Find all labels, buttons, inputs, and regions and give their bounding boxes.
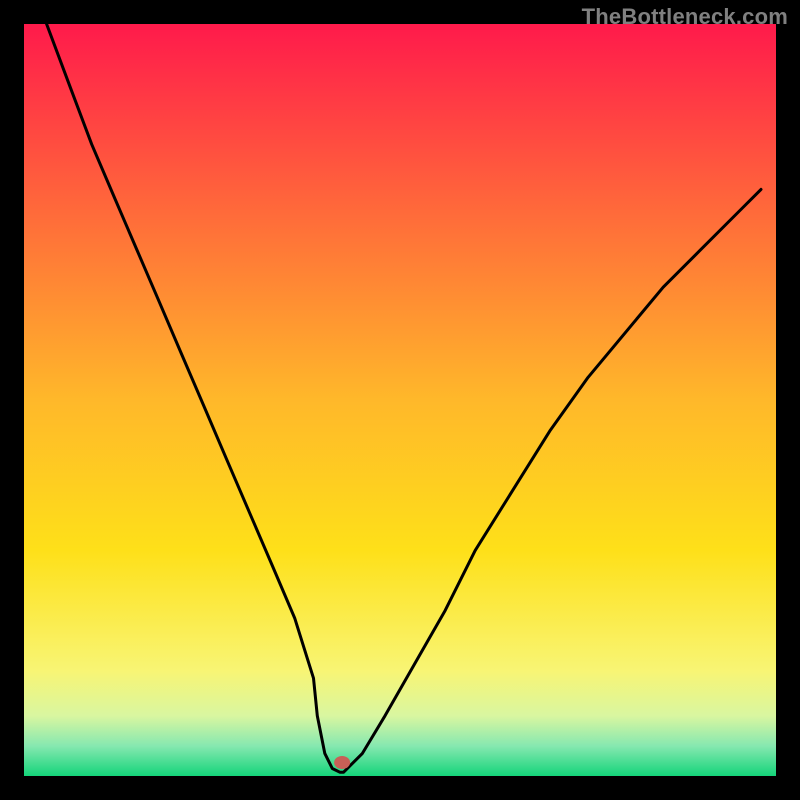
bottleneck-chart: TheBottleneck.com: [0, 0, 800, 800]
chart-svg: [0, 0, 800, 800]
watermark-text: TheBottleneck.com: [582, 4, 788, 30]
optimal-point-marker: [334, 756, 350, 769]
